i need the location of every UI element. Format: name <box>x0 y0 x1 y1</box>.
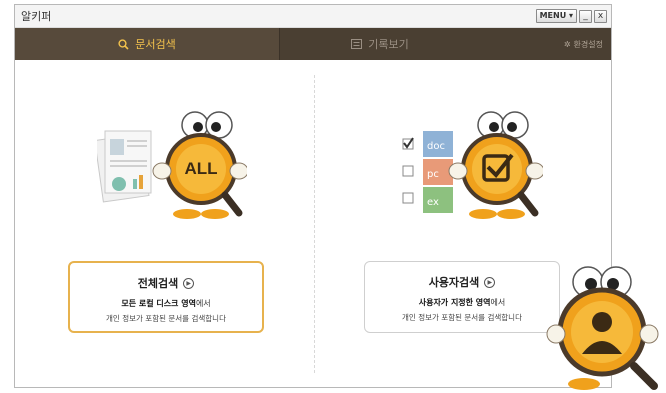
settings-button[interactable]: ✲ 환경설정 <box>564 28 603 60</box>
user-search-scope: 사용자가 지정한 영역 <box>418 298 491 307</box>
user-search-description: 사용자가 지정한 영역에서 <box>365 297 559 308</box>
menu-button[interactable]: MENU ▾ <box>535 9 577 23</box>
user-search-scope-suffix: 에서 <box>490 298 506 307</box>
file-label-doc: doc <box>427 141 445 152</box>
minimize-button[interactable]: _ <box>579 9 592 23</box>
user-mascot-icon <box>546 266 659 390</box>
main-content: ALL doc pc ex 전체검색 ▶ 모든 로컬 디스크 영역에서 개인 정… <box>15 61 611 387</box>
app-title: 알키퍼 <box>21 10 52 23</box>
all-search-scope: 모든 로컬 디스크 영역 <box>121 299 196 308</box>
all-search-subtext: 개인 정보가 포함된 문서를 검색합니다 <box>106 314 226 323</box>
search-icon <box>118 38 129 50</box>
section-divider <box>314 75 315 373</box>
window-controls: MENU ▾ _ x <box>535 9 607 23</box>
user-search-title-row: 사용자검색 ▶ <box>365 274 559 290</box>
user-search-subtext: 개인 정보가 포함된 문서를 검색합니다 <box>402 313 522 322</box>
circle-arrow-icon: ▶ <box>183 277 195 289</box>
tab-bar: 문서검색 기록보기 ✲ 환경설정 <box>15 28 611 60</box>
file-label-pc: pc <box>427 169 439 180</box>
list-icon <box>351 39 363 49</box>
settings-label: 환경설정 <box>573 39 603 49</box>
gear-icon: ✲ <box>563 39 571 49</box>
user-search-button[interactable]: 사용자검색 ▶ 사용자가 지정한 영역에서 개인 정보가 포함된 문서를 검색합… <box>364 261 560 333</box>
user-search-mascot-illustration <box>402 111 543 219</box>
close-button[interactable]: x <box>594 9 607 23</box>
circle-arrow-icon: ▶ <box>484 276 496 288</box>
tab-document-search-label: 문서검색 <box>135 38 176 51</box>
user-search-title: 사용자검색 <box>428 276 480 289</box>
all-search-description: 모든 로컬 디스크 영역에서 <box>70 298 262 309</box>
app-window: 알키퍼 MENU ▾ _ x 문서검색 기록보기 ✲ 환경설정 ALL doc … <box>14 4 612 388</box>
tab-history-label: 기록보기 <box>368 38 409 51</box>
tab-document-search[interactable]: 문서검색 <box>15 28 279 60</box>
all-search-title-row: 전체검색 ▶ <box>70 275 262 291</box>
all-search-scope-suffix: 에서 <box>195 299 211 308</box>
all-search-title: 전체검색 <box>137 277 179 290</box>
all-search-mascot-label: ALL <box>184 159 218 178</box>
file-label-ex: ex <box>427 197 439 208</box>
title-bar: 알키퍼 MENU ▾ _ x <box>15 5 611 28</box>
all-search-button[interactable]: 전체검색 ▶ 모든 로컬 디스크 영역에서 개인 정보가 포함된 문서를 검색합… <box>68 261 264 333</box>
tab-history[interactable]: 기록보기 <box>279 28 480 60</box>
